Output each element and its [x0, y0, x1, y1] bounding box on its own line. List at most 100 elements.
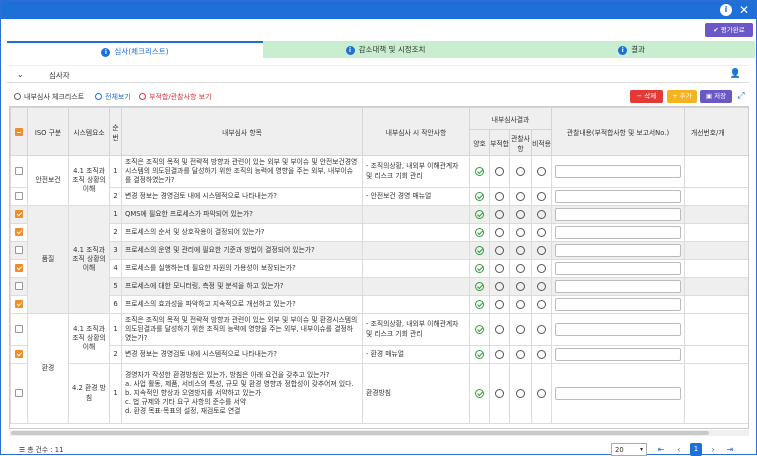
result-good-radio[interactable] [469, 363, 490, 424]
header-seq: 순번 [109, 107, 122, 156]
next-page-icon[interactable]: › [707, 443, 719, 456]
tab-countermeasures[interactable]: i 감소대책 및 시정조치 [263, 41, 508, 58]
section-title: 심사자 [49, 71, 70, 80]
scrollbar-thumb[interactable] [11, 431, 709, 435]
result-na-radio[interactable] [530, 345, 553, 364]
result-nonconf-radio[interactable] [489, 295, 510, 314]
remarks-cell [551, 223, 686, 242]
result-nonconf-radio[interactable] [489, 277, 510, 296]
save-button[interactable]: ▣ 저장 [700, 90, 732, 103]
remarks-input[interactable] [555, 208, 682, 221]
result-good-radio[interactable] [469, 313, 490, 346]
result-good-radio[interactable] [469, 205, 490, 224]
result-good-radio[interactable] [469, 259, 490, 278]
result-nonconf-radio[interactable] [489, 259, 510, 278]
row-checkbox[interactable] [10, 363, 28, 424]
remarks-input[interactable] [555, 323, 682, 336]
check-circle-icon [475, 324, 484, 334]
result-nonconf-radio[interactable] [489, 155, 510, 188]
row-checkbox[interactable] [10, 277, 28, 296]
remarks-cell [551, 241, 686, 260]
remarks-input[interactable] [555, 387, 682, 400]
row-checkbox[interactable] [10, 295, 28, 314]
last-page-icon[interactable]: ⇥ [724, 443, 736, 456]
row-checkbox[interactable] [10, 259, 28, 278]
delete-button[interactable]: − 삭제 [630, 90, 663, 103]
row-checkbox[interactable] [10, 313, 28, 346]
result-na-radio[interactable] [530, 155, 553, 188]
result-nonconf-radio[interactable] [489, 187, 510, 206]
result-na-radio[interactable] [530, 223, 553, 242]
close-icon[interactable]: ✕ [738, 4, 750, 16]
result-na-radio[interactable] [530, 241, 553, 260]
remarks-input[interactable] [555, 226, 682, 239]
first-page-icon[interactable]: ⇤ [655, 443, 667, 456]
result-good-radio[interactable] [469, 277, 490, 296]
result-nonconf-radio[interactable] [489, 241, 510, 260]
result-observe-radio[interactable] [509, 241, 532, 260]
result-observe-radio[interactable] [509, 205, 532, 224]
chevron-down-icon[interactable]: ⌄ [17, 70, 24, 79]
horizontal-scrollbar[interactable] [9, 430, 749, 436]
remarks-input[interactable] [555, 165, 682, 178]
seq-cell: 1 [109, 205, 122, 224]
result-good-radio[interactable] [469, 187, 490, 206]
table-row: 안전보건 4.1 조직과 조직 상황의 이해 1 조직은 조직의 목적 및 전략적 방… [10, 155, 748, 206]
row-checkbox[interactable] [10, 187, 28, 206]
complete-button-label: 평가완료 [720, 26, 745, 34]
remarks-input[interactable] [555, 244, 682, 257]
result-na-radio[interactable] [530, 295, 553, 314]
row-checkbox[interactable] [10, 241, 28, 260]
result-na-radio[interactable] [530, 205, 553, 224]
result-nonconf-radio[interactable] [489, 313, 510, 346]
seq-cell: 2 [109, 187, 122, 206]
result-na-radio[interactable] [530, 277, 553, 296]
result-observe-radio[interactable] [509, 313, 532, 346]
result-observe-radio[interactable] [509, 259, 532, 278]
header-good: 양호 [469, 129, 490, 156]
check-circle-icon [475, 388, 484, 398]
result-na-radio[interactable] [530, 313, 553, 346]
page-size-select[interactable]: 20 ▾ [611, 443, 647, 456]
select-all-checkbox[interactable] [10, 107, 28, 156]
result-good-radio[interactable] [469, 223, 490, 242]
result-good-radio[interactable] [469, 295, 490, 314]
info-icon[interactable]: i [720, 4, 732, 16]
row-checkbox[interactable] [10, 223, 28, 242]
view-nonconformity-radio[interactable]: 부적합/관찰사항 보기 [139, 90, 212, 104]
row-checkbox[interactable] [10, 155, 28, 188]
remarks-input[interactable] [555, 262, 682, 275]
result-nonconf-radio[interactable] [489, 363, 510, 424]
result-nonconf-radio[interactable] [489, 205, 510, 224]
result-good-radio[interactable] [469, 345, 490, 364]
page-number[interactable]: 1 [690, 443, 702, 456]
result-na-radio[interactable] [530, 187, 553, 206]
view-all-radio[interactable]: 전체보기 [95, 90, 131, 104]
remarks-input[interactable] [555, 190, 682, 203]
remarks-input[interactable] [555, 298, 682, 311]
result-na-radio[interactable] [530, 259, 553, 278]
result-observe-radio[interactable] [509, 345, 532, 364]
add-button[interactable]: + 추가 [667, 90, 697, 103]
result-observe-radio[interactable] [509, 363, 532, 424]
tab-result[interactable]: i 결과 [508, 41, 755, 58]
result-observe-radio[interactable] [509, 277, 532, 296]
result-observe-radio[interactable] [509, 155, 532, 188]
expand-icon[interactable]: ⤢ [736, 90, 746, 103]
user-icon[interactable]: 👤 [730, 69, 741, 79]
complete-button[interactable]: ✔ 평가완료 [705, 23, 753, 37]
result-nonconf-radio[interactable] [489, 223, 510, 242]
result-observe-radio[interactable] [509, 187, 532, 206]
result-good-radio[interactable] [469, 155, 490, 188]
tab-checklist[interactable]: i 심사(체크리스트) [7, 41, 263, 58]
remarks-input[interactable] [555, 348, 682, 361]
remarks-input[interactable] [555, 280, 682, 293]
row-checkbox[interactable] [10, 205, 28, 224]
row-checkbox[interactable] [10, 345, 28, 364]
result-good-radio[interactable] [469, 241, 490, 260]
prev-page-icon[interactable]: ‹ [673, 443, 685, 456]
result-observe-radio[interactable] [509, 295, 532, 314]
result-observe-radio[interactable] [509, 223, 532, 242]
result-nonconf-radio[interactable] [489, 345, 510, 364]
result-na-radio[interactable] [530, 363, 553, 424]
